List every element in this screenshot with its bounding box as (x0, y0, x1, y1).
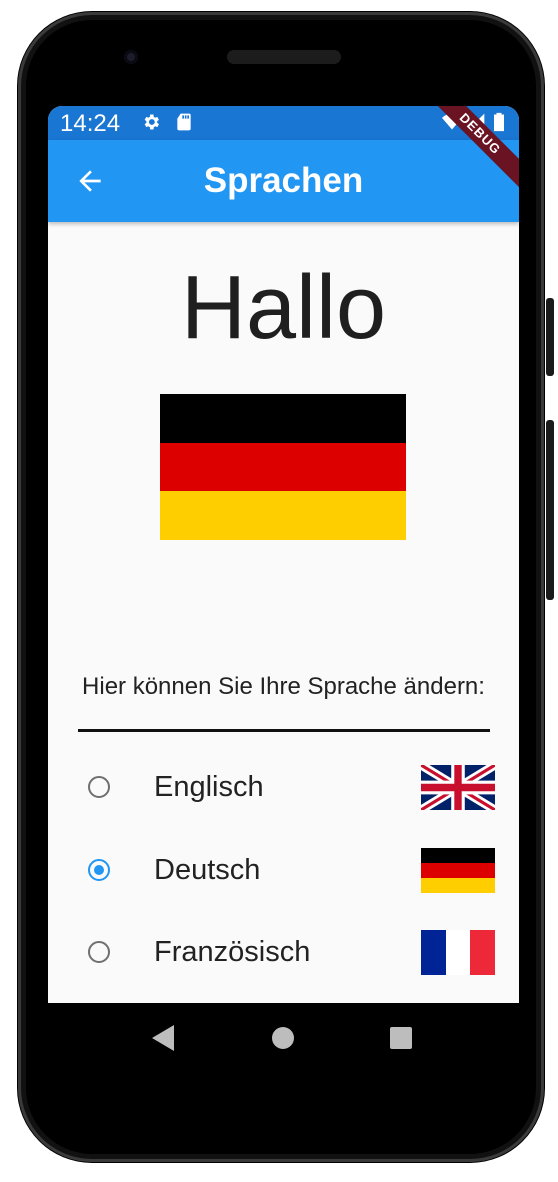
back-triangle-icon[interactable] (152, 1025, 174, 1051)
germany-flag-small (421, 848, 495, 893)
language-label-english: Englisch (154, 771, 264, 803)
page-title: Sprachen (203, 161, 364, 200)
language-label-french: Französisch (154, 936, 311, 968)
battery-icon (494, 112, 504, 132)
power-button (546, 298, 554, 376)
radio-french[interactable] (88, 941, 110, 963)
uk-flag (421, 765, 495, 810)
language-option-english[interactable]: Englisch (48, 751, 519, 827)
germany-flag (160, 394, 406, 541)
radio-german[interactable] (88, 859, 110, 881)
language-option-german[interactable]: Deutsch (48, 834, 519, 910)
speaker-grille (227, 50, 341, 64)
france-flag (421, 930, 496, 975)
sd-card-icon (177, 113, 191, 131)
camera-icon (124, 50, 138, 64)
instruction-text: Hier können Sie Ihre Sprache ändern: (82, 673, 485, 700)
recents-square-icon[interactable] (390, 1027, 412, 1049)
main-content: Hallo Hier können Sie Ihre Sprache änder… (48, 222, 519, 1003)
language-option-french[interactable]: Französisch (48, 916, 519, 992)
language-label-german: Deutsch (154, 854, 261, 886)
gear-icon (144, 114, 159, 130)
volume-button (546, 420, 554, 600)
radio-english[interactable] (88, 776, 110, 798)
greeting-text: Hallo (180, 258, 387, 358)
screen: 14:24 DEBUG Sprachen Hallo Hier können S… (48, 106, 519, 1003)
home-circle-icon[interactable] (272, 1027, 294, 1049)
divider-top (78, 729, 490, 732)
app-bar: Sprachen (48, 140, 519, 222)
status-time: 14:24 (60, 110, 121, 137)
navigation-bar (48, 1003, 519, 1077)
